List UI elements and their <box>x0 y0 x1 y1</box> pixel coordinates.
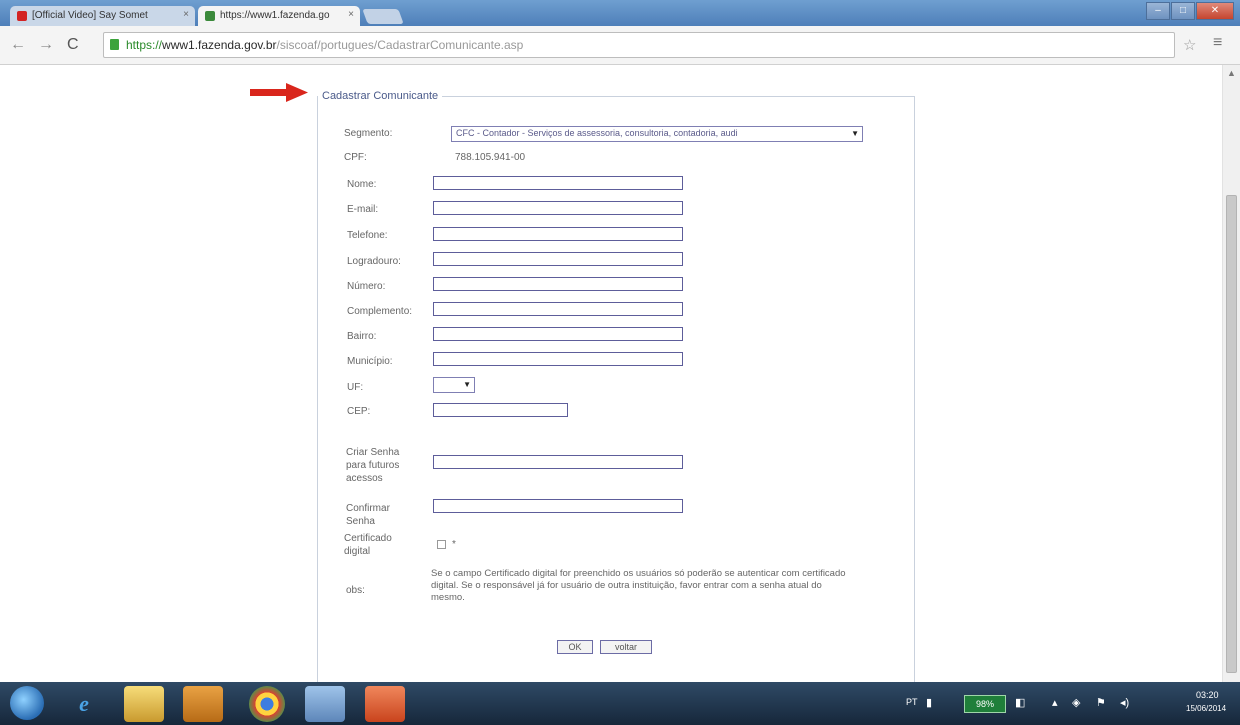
complemento-input[interactable] <box>433 302 683 316</box>
chevron-down-icon: ▼ <box>851 129 859 138</box>
lock-icon <box>110 39 119 50</box>
cpf-label: CPF: <box>344 152 367 163</box>
bairro-input[interactable] <box>433 327 683 341</box>
senha-label-line: acessos <box>346 473 383 484</box>
maximize-icon[interactable]: □ <box>1171 2 1195 20</box>
ok-button[interactable]: OK <box>557 640 593 654</box>
battery-indicator[interactable]: 98% <box>964 695 1006 713</box>
internet-explorer-icon[interactable]: e <box>62 686 106 722</box>
url-host: www1.fazenda.gov.br <box>162 38 277 52</box>
email-label: E-mail: <box>347 204 379 215</box>
uf-select[interactable]: ▼ <box>433 377 475 393</box>
start-button-icon[interactable] <box>10 686 44 720</box>
fazenda-favicon-icon <box>205 11 215 21</box>
telefone-label: Telefone: <box>347 230 388 241</box>
email-input[interactable] <box>433 201 683 215</box>
cep-label: CEP: <box>347 406 371 417</box>
telefone-input[interactable] <box>433 227 683 241</box>
certificado-label-line: Certificado <box>344 533 392 544</box>
senha-label: Criar Senha para futuros acessos <box>346 446 399 485</box>
tab-fazenda[interactable]: https://www1.fazenda.go × <box>198 6 360 26</box>
chrome-icon[interactable] <box>249 686 285 722</box>
segmento-selected-value: CFC - Contador - Serviços de assessoria,… <box>456 128 738 138</box>
voltar-button[interactable]: voltar <box>600 640 652 654</box>
red-arrow-icon <box>250 83 308 102</box>
logradouro-label: Logradouro: <box>347 256 401 267</box>
municipio-label: Município: <box>347 356 393 367</box>
nome-label: Nome: <box>347 179 377 190</box>
forward-arrow-icon[interactable]: → <box>38 36 54 54</box>
confirmar-label-line: Confirmar <box>346 503 390 514</box>
minimize-icon[interactable]: – <box>1146 2 1170 20</box>
network-icon[interactable]: ◧ <box>1015 696 1025 709</box>
browser-toolbar: ← → C https://www1.fazenda.gov.br/siscoa… <box>0 26 1240 65</box>
back-arrow-icon[interactable]: ← <box>10 36 26 54</box>
municipio-input[interactable] <box>433 352 683 366</box>
menu-icon[interactable]: ≡ <box>1213 34 1222 52</box>
numero-input[interactable] <box>433 277 683 291</box>
certificado-checkbox[interactable] <box>437 540 446 549</box>
uf-label: UF: <box>347 382 364 393</box>
language-indicator[interactable]: PT <box>906 697 918 707</box>
new-tab-button[interactable] <box>362 9 404 24</box>
obs-label: obs: <box>346 585 365 596</box>
clock-time[interactable]: 03:20 <box>1196 690 1219 700</box>
monitor-app-icon[interactable] <box>305 686 345 722</box>
media-player-icon[interactable] <box>183 686 223 722</box>
nome-input[interactable] <box>433 176 683 190</box>
scrollbar-thumb[interactable] <box>1226 195 1237 673</box>
required-asterisk: * <box>452 539 456 550</box>
bookmark-star-icon[interactable]: ☆ <box>1183 36 1196 54</box>
certificado-label-line: digital <box>344 546 371 557</box>
file-explorer-icon[interactable] <box>124 686 164 722</box>
url-scheme: https:// <box>126 38 163 52</box>
keyboard-icon[interactable]: ▮ <box>926 696 932 709</box>
powerpoint-icon[interactable] <box>365 686 405 722</box>
confirmar-label-line: Senha <box>346 516 375 527</box>
senha-label-line: Criar Senha <box>346 447 400 458</box>
numero-label: Número: <box>347 281 386 292</box>
tab-youtube[interactable]: [Official Video] Say Somet × <box>10 6 195 26</box>
cep-input[interactable] <box>433 403 568 417</box>
shield-icon[interactable]: ◈ <box>1072 696 1080 709</box>
clock-date[interactable]: 15/06/2014 <box>1186 704 1226 713</box>
volume-icon[interactable]: ◂) <box>1120 696 1129 709</box>
notification-icon[interactable]: ▴ <box>1052 696 1058 709</box>
scroll-up-icon[interactable]: ▲ <box>1227 68 1236 78</box>
logradouro-input[interactable] <box>433 252 683 266</box>
segmento-label: Segmento: <box>344 128 393 139</box>
confirmar-senha-label: Confirmar Senha <box>346 502 390 528</box>
certificado-label: Certificado digital <box>344 532 392 558</box>
close-tab-icon[interactable]: × <box>348 9 354 20</box>
cpf-value: 788.105.941-00 <box>455 152 526 163</box>
obs-note: Se o campo Certificado digital for preen… <box>431 568 846 603</box>
reload-icon[interactable]: C <box>67 36 79 54</box>
senha-input[interactable] <box>433 455 683 469</box>
window-controls: – □ ✕ <box>1145 2 1234 20</box>
browser-titlebar: [Official Video] Say Somet × https://www… <box>0 0 1240 26</box>
url-path: /siscoaf/portugues/CadastrarComunicante.… <box>276 38 524 52</box>
confirmar-senha-input[interactable] <box>433 499 683 513</box>
bairro-label: Bairro: <box>347 331 377 342</box>
complemento-label: Complemento: <box>347 306 413 317</box>
segmento-select[interactable]: CFC - Contador - Serviços de assessoria,… <box>451 126 863 142</box>
address-bar[interactable]: https://www1.fazenda.gov.br/siscoaf/port… <box>103 32 1175 58</box>
tab-title: https://www1.fazenda.go <box>220 10 330 21</box>
senha-label-line: para futuros <box>346 460 400 471</box>
windows-taskbar: e PT ▮ 98% ◧ ▴ ◈ ⚑ ◂) 03:20 15/06/2014 <box>0 682 1240 725</box>
youtube-favicon-icon <box>17 11 27 21</box>
close-tab-icon[interactable]: × <box>183 9 189 20</box>
chevron-down-icon: ▼ <box>463 380 471 389</box>
flag-icon[interactable]: ⚑ <box>1096 696 1106 709</box>
close-window-icon[interactable]: ✕ <box>1196 2 1234 20</box>
tab-title: [Official Video] Say Somet <box>32 10 148 21</box>
form-legend: Cadastrar Comunicante <box>322 90 439 102</box>
